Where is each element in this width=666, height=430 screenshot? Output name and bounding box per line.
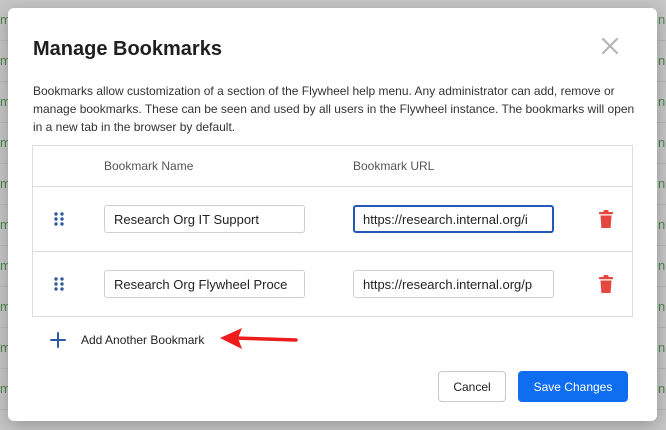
drag-handle-icon[interactable] [53, 276, 65, 292]
background-text-fragment: n [658, 258, 666, 273]
save-changes-button[interactable]: Save Changes [518, 371, 628, 402]
drag-handle-icon[interactable] [53, 211, 65, 227]
manage-bookmarks-dialog: Manage Bookmarks Bookmarks allow customi… [8, 8, 657, 421]
background-text-fragment: n [658, 135, 666, 150]
column-header-name: Bookmark Name [104, 159, 194, 173]
bookmark-name-input[interactable] [104, 205, 305, 233]
background-text-fragment: n [658, 12, 666, 27]
bookmark-name-input[interactable] [104, 270, 305, 298]
background-text-fragment: n [658, 340, 666, 355]
close-icon [601, 37, 619, 55]
background-text-fragment: n [658, 299, 666, 314]
dialog-description: Bookmarks allow customization of a secti… [33, 84, 635, 134]
delete-bookmark-button[interactable] [598, 209, 614, 229]
trash-icon [599, 210, 613, 228]
bookmarks-table: Bookmark Name Bookmark URL [32, 145, 633, 317]
close-button[interactable] [600, 36, 620, 56]
trash-icon [599, 275, 613, 293]
annotation-arrow-icon [220, 328, 298, 349]
background-text-fragment: n [658, 176, 666, 191]
bookmark-url-input[interactable] [353, 205, 554, 233]
bookmark-row [33, 186, 632, 251]
delete-bookmark-button[interactable] [598, 274, 614, 294]
plus-icon [50, 332, 66, 348]
column-header-url: Bookmark URL [353, 159, 435, 173]
dialog-title: Manage Bookmarks [33, 38, 222, 60]
background-text-fragment: n [658, 53, 666, 68]
background-text-fragment: n [658, 217, 666, 232]
add-bookmark-button[interactable]: Add Another Bookmark [50, 330, 204, 350]
bookmark-url-input[interactable] [353, 270, 554, 298]
background-text-fragment: n [658, 94, 666, 109]
bookmark-row [33, 251, 632, 316]
add-bookmark-label: Add Another Bookmark [81, 333, 205, 347]
background-text-fragment: n [658, 381, 666, 396]
cancel-button[interactable]: Cancel [438, 371, 506, 402]
